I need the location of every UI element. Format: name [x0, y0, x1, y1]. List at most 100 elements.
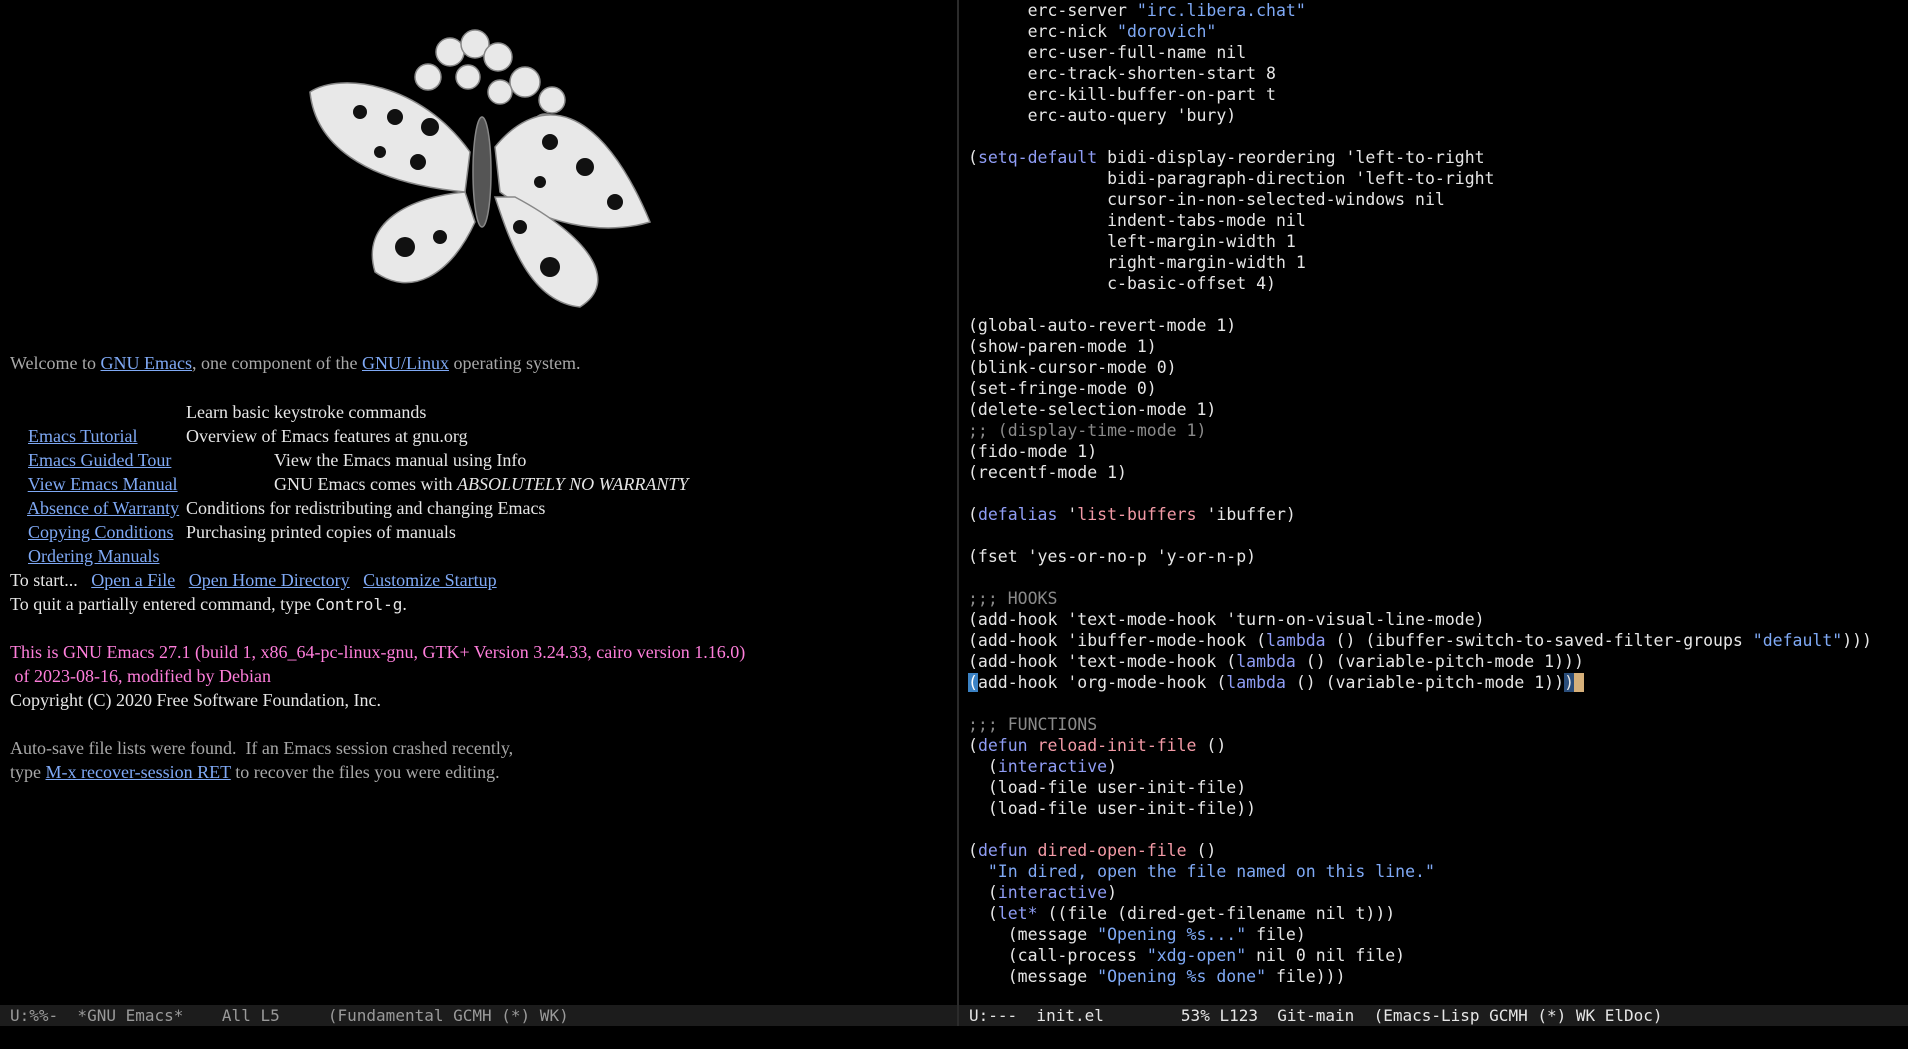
code-token: (add-hook 'text-mode-hook ( — [968, 652, 1237, 671]
code-line[interactable] — [968, 693, 1872, 714]
code-line[interactable]: (setq-default bidi-display-reordering 'l… — [968, 147, 1872, 168]
code-line[interactable]: (fido-mode 1) — [968, 441, 1872, 462]
code-token: (load-file user-init-file) — [968, 778, 1247, 797]
code-token: ( — [968, 841, 978, 860]
code-line[interactable]: erc-user-full-name nil — [968, 42, 1872, 63]
code-line[interactable]: left-margin-width 1 — [968, 231, 1872, 252]
code-token: cursor-in-non-selected-windows nil — [968, 190, 1445, 209]
code-line[interactable]: (set-fringe-mode 0) — [968, 378, 1872, 399]
mode-line-left[interactable]: U:%%- *GNU Emacs* All L5 (Fundamental GC… — [0, 1005, 957, 1026]
code-token: ( — [968, 505, 978, 524]
code-token: 'ibuffer) — [1196, 505, 1296, 524]
code-line[interactable] — [968, 294, 1872, 315]
code-token: right-margin-width 1 — [968, 253, 1306, 272]
quit-suffix: . — [402, 594, 407, 614]
code-line[interactable] — [968, 819, 1872, 840]
code-token: defalias — [977, 505, 1058, 524]
code-line[interactable]: (defun dired-open-file () — [968, 840, 1872, 861]
version-line-2: of 2023-08-16, modified by Debian — [10, 666, 271, 686]
code-editor-window[interactable]: erc-server "irc.libera.chat" erc-nick "d… — [959, 0, 1908, 1004]
code-line[interactable]: bidi-paragraph-direction 'left-to-right — [968, 168, 1872, 189]
code-line[interactable]: (global-auto-revert-mode 1) — [968, 315, 1872, 336]
code-line[interactable]: (call-process "xdg-open" nil 0 nil file) — [968, 945, 1872, 966]
code-line[interactable]: (fset 'yes-or-no-p 'y-or-n-p) — [968, 546, 1872, 567]
code-line[interactable]: cursor-in-non-selected-windows nil — [968, 189, 1872, 210]
code-line[interactable]: (let* ((file (dired-get-filename nil t))… — [968, 903, 1872, 924]
code-line[interactable]: erc-nick "dorovich" — [968, 21, 1872, 42]
code-line[interactable]: (recentf-mode 1) — [968, 462, 1872, 483]
warranty-desc-emphasis: ABSOLUTELY NO WARRANTY — [456, 474, 689, 494]
code-token: c-basic-offset 4) — [968, 274, 1276, 293]
code-line[interactable]: (message "Opening %s..." file) — [968, 924, 1872, 945]
code-line[interactable]: (load-file user-init-file)) — [968, 798, 1872, 819]
autosave-line-1: Auto-save file lists were found. If an E… — [10, 738, 514, 758]
code-line[interactable]: right-margin-width 1 — [968, 252, 1872, 273]
open-home-directory-link[interactable]: Open Home Directory — [189, 570, 350, 590]
code-line[interactable]: (load-file user-init-file) — [968, 777, 1872, 798]
code-token: erc-user-full-name nil — [968, 43, 1247, 62]
version-line-1: This is GNU Emacs 27.1 (build 1, x86_64-… — [10, 642, 746, 662]
butterfly-logo-image — [309, 29, 652, 308]
echo-area[interactable] — [0, 1026, 1908, 1049]
code-line[interactable] — [968, 567, 1872, 588]
code-token: bidi-display-reordering 'left-to-right — [1097, 148, 1485, 167]
code-line[interactable]: indent-tabs-mode nil — [968, 210, 1872, 231]
gnu-emacs-link[interactable]: GNU Emacs — [101, 353, 192, 373]
code-token: (message — [968, 967, 1098, 986]
code-line[interactable]: (interactive) — [968, 882, 1872, 903]
quit-line: To quit a partially entered command, typ… — [10, 592, 407, 617]
code-line[interactable] — [968, 126, 1872, 147]
code-token: ( — [968, 736, 978, 755]
code-line[interactable] — [968, 483, 1872, 504]
code-line[interactable]: erc-kill-buffer-on-part t — [968, 84, 1872, 105]
code-line[interactable]: (defalias 'list-buffers 'ibuffer) — [968, 504, 1872, 525]
code-line[interactable]: (add-hook 'org-mode-hook (lambda () (var… — [968, 672, 1872, 693]
menu-desc-tutorial: Learn basic keystroke commands — [186, 402, 427, 422]
mode-line-right[interactable]: U:--- init.el 53% L123 Git-main (Emacs-L… — [959, 1005, 1908, 1026]
code-line[interactable]: (add-hook 'ibuffer-mode-hook (lambda () … — [968, 630, 1872, 651]
code-line[interactable]: (message "Opening %s done" file))) — [968, 966, 1872, 987]
code-line[interactable]: ;;; FUNCTIONS — [968, 714, 1872, 735]
code-token: (blink-cursor-mode 0) — [968, 358, 1177, 377]
ordering-manuals-link[interactable]: Ordering Manuals — [28, 546, 159, 566]
code-line[interactable]: (add-hook 'text-mode-hook (lambda () (va… — [968, 651, 1872, 672]
gnu-linux-link[interactable]: GNU/Linux — [362, 353, 449, 373]
menu-desc-guided-tour: Overview of Emacs features at gnu.org — [186, 426, 468, 446]
code-token: "In dired, open the file named on this l… — [987, 862, 1435, 881]
code-token: "irc.libera.chat" — [1136, 1, 1306, 20]
recover-session-link[interactable]: M-x recover-session RET — [46, 762, 231, 782]
code-line[interactable]: "In dired, open the file named on this l… — [968, 861, 1872, 882]
menu-desc-copying: Conditions for redistributing and changi… — [186, 498, 546, 518]
code-token: erc-auto-query 'bury) — [968, 106, 1237, 125]
code-buffer[interactable]: erc-server "irc.libera.chat" erc-nick "d… — [968, 0, 1872, 987]
code-token: ' — [1057, 505, 1078, 524]
splash-window[interactable]: Welcome to GNU Emacs, one component of t… — [0, 0, 957, 1004]
customize-startup-link[interactable]: Customize Startup — [363, 570, 497, 590]
code-token: (load-file user-init-file)) — [968, 799, 1257, 818]
code-line[interactable]: erc-track-shorten-start 8 — [968, 63, 1872, 84]
open-file-link[interactable]: Open a File — [91, 570, 175, 590]
cursor — [1574, 673, 1584, 692]
code-line[interactable]: (delete-selection-mode 1) — [968, 399, 1872, 420]
code-token: () (ibuffer-switch-to-saved-filter-group… — [1325, 631, 1753, 650]
code-token: (global-auto-revert-mode 1) — [968, 316, 1237, 335]
code-line[interactable]: (blink-cursor-mode 0) — [968, 357, 1872, 378]
code-line[interactable] — [968, 525, 1872, 546]
code-line[interactable]: ;; (display-time-mode 1) — [968, 420, 1872, 441]
welcome-suffix: operating system. — [448, 353, 581, 373]
code-token: ((file (dired-get-filename nil t))) — [1037, 904, 1396, 923]
code-line[interactable]: (defun reload-init-file () — [968, 735, 1872, 756]
code-token: (recentf-mode 1) — [968, 463, 1127, 482]
code-line[interactable]: c-basic-offset 4) — [968, 273, 1872, 294]
welcome-mid: , one component of the — [192, 353, 362, 373]
code-line[interactable]: (show-paren-mode 1) — [968, 336, 1872, 357]
code-line[interactable]: (interactive) — [968, 756, 1872, 777]
code-line[interactable]: erc-server "irc.libera.chat" — [968, 0, 1872, 21]
code-line[interactable]: ;;; HOOKS — [968, 588, 1872, 609]
start-prefix: To start... — [10, 570, 78, 590]
code-line[interactable]: erc-auto-query 'bury) — [968, 105, 1872, 126]
quit-key: Control-g — [315, 595, 403, 614]
code-line[interactable]: (add-hook 'text-mode-hook 'turn-on-visua… — [968, 609, 1872, 630]
